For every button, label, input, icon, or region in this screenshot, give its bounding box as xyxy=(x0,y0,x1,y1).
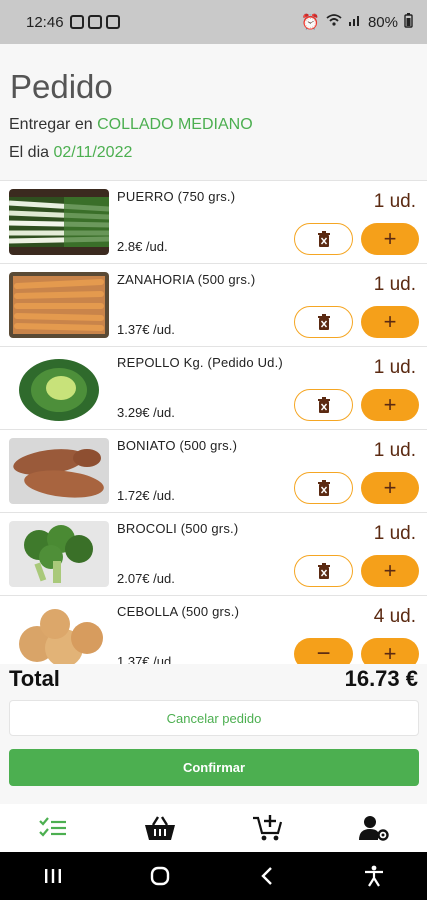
recent-apps-icon xyxy=(45,869,62,883)
item-quantity: 1 ud. xyxy=(373,440,416,461)
item-price: 3.29€ /ud. xyxy=(117,405,175,420)
delivery-date: 02/11/2022 xyxy=(53,144,133,161)
item-name: ZANAHORIA (500 grs.) xyxy=(117,272,256,287)
nav-order-list[interactable] xyxy=(23,808,83,848)
nav-basket[interactable] xyxy=(130,808,190,848)
notification-icon xyxy=(105,15,120,29)
total-label: Total xyxy=(9,666,60,691)
battery-icon xyxy=(404,12,413,32)
decrease-quantity-button[interactable]: − xyxy=(294,638,353,664)
sweet-potato-photo xyxy=(9,438,109,504)
order-screen: Pedido Entregar en COLLADO MEDIANO El di… xyxy=(0,44,427,804)
order-item: REPOLLO Kg. (Pedido Ud.) 3.29€ /ud. 1 ud… xyxy=(0,346,427,429)
signal-icon xyxy=(348,13,362,31)
date-label: El dia xyxy=(9,144,50,161)
increase-quantity-button[interactable]: + xyxy=(361,306,419,338)
battery-level: 80% xyxy=(367,13,398,31)
alarm-icon: ⏰ xyxy=(301,14,320,31)
notification-icons xyxy=(69,15,120,29)
item-price: 1.37€ /ud. xyxy=(117,322,175,337)
plus-icon: + xyxy=(383,226,397,251)
order-item: CEBOLLA (500 grs.) 1.37€ /ud. 4 ud. − + xyxy=(0,595,427,664)
order-item: BONIATO (500 grs.) 1.72€ /ud. 1 ud. + xyxy=(0,429,427,512)
increase-quantity-button[interactable]: + xyxy=(361,389,419,421)
leek-photo xyxy=(9,189,109,255)
back-icon xyxy=(261,867,272,885)
order-item-list[interactable]: PUERRO (750 grs.) 2.8€ /ud. 1 ud. + ZANA… xyxy=(0,180,427,664)
item-quantity: 1 ud. xyxy=(373,191,416,212)
item-name: REPOLLO Kg. (Pedido Ud.) xyxy=(117,355,283,370)
accessibility-icon xyxy=(364,865,383,887)
home-button[interactable] xyxy=(140,856,180,896)
item-price: 2.8€ /ud. xyxy=(117,239,168,254)
increase-quantity-button[interactable]: + xyxy=(361,638,419,664)
user-settings-icon xyxy=(358,816,389,841)
back-button[interactable] xyxy=(247,856,287,896)
order-item: PUERRO (750 grs.) 2.8€ /ud. 1 ud. + xyxy=(0,180,427,263)
total-value: 16.73 € xyxy=(344,666,418,691)
delete-item-button[interactable] xyxy=(294,389,353,421)
order-item: ZANAHORIA (500 grs.) 1.37€ /ud. 1 ud. + xyxy=(0,263,427,346)
item-price: 1.37€ /ud. xyxy=(117,654,175,664)
delete-item-button[interactable] xyxy=(294,472,353,504)
cancel-order-button[interactable]: Cancelar pedido xyxy=(9,700,419,736)
delivery-place-line: Entregar en COLLADO MEDIANO xyxy=(9,116,253,134)
item-quantity: 1 ud. xyxy=(373,357,416,378)
carrot-photo xyxy=(9,272,109,338)
cabbage-photo xyxy=(9,355,109,421)
status-time: 12:46 xyxy=(26,13,64,31)
increase-quantity-button[interactable]: + xyxy=(361,555,419,587)
delete-item-button[interactable] xyxy=(294,555,353,587)
add-to-cart-icon xyxy=(252,815,282,841)
delete-item-button[interactable] xyxy=(294,223,353,255)
item-quantity: 1 ud. xyxy=(373,523,416,544)
bottom-navigation xyxy=(0,804,427,852)
item-price: 1.72€ /ud. xyxy=(117,488,175,503)
accessibility-button[interactable] xyxy=(354,856,394,896)
item-name: PUERRO (750 grs.) xyxy=(117,189,236,204)
broccoli-photo xyxy=(9,521,109,587)
recent-apps-button[interactable] xyxy=(33,856,73,896)
order-item: BROCOLI (500 grs.) 2.07€ /ud. 1 ud. + xyxy=(0,512,427,595)
item-quantity: 4 ud. xyxy=(373,606,416,627)
minus-icon: − xyxy=(316,640,331,664)
status-bar: 12:46 ⏰ 80% xyxy=(0,0,427,44)
checklist-icon xyxy=(39,817,67,837)
nav-user-settings[interactable] xyxy=(344,808,404,848)
delivery-place: COLLADO MEDIANO xyxy=(97,116,253,133)
plus-icon: + xyxy=(383,558,397,583)
basket-icon xyxy=(145,816,176,840)
item-price: 2.07€ /ud. xyxy=(117,571,175,586)
notification-icon xyxy=(87,15,102,29)
plus-icon: + xyxy=(383,475,397,500)
trash-icon xyxy=(317,562,330,579)
confirm-button[interactable]: Confirmar xyxy=(9,749,419,786)
page-title: Pedido xyxy=(10,68,113,105)
nav-add-to-cart[interactable] xyxy=(237,808,297,848)
onion-photo xyxy=(9,604,109,664)
increase-quantity-button[interactable]: + xyxy=(361,472,419,504)
trash-icon xyxy=(317,396,330,413)
notification-icon xyxy=(69,15,84,29)
system-navigation-bar xyxy=(0,852,427,900)
delete-item-button[interactable] xyxy=(294,306,353,338)
wifi-icon xyxy=(326,13,342,31)
home-icon xyxy=(150,866,170,886)
plus-icon: + xyxy=(383,392,397,417)
trash-icon xyxy=(317,230,330,247)
item-name: BROCOLI (500 grs.) xyxy=(117,521,239,536)
trash-icon xyxy=(317,479,330,496)
delivery-label: Entregar en xyxy=(9,116,93,133)
item-name: CEBOLLA (500 grs.) xyxy=(117,604,240,619)
trash-icon xyxy=(317,313,330,330)
increase-quantity-button[interactable]: + xyxy=(361,223,419,255)
item-quantity: 1 ud. xyxy=(373,274,416,295)
plus-icon: + xyxy=(383,641,397,664)
item-name: BONIATO (500 grs.) xyxy=(117,438,238,453)
delivery-date-line: El dia 02/11/2022 xyxy=(9,144,132,162)
plus-icon: + xyxy=(383,309,397,334)
